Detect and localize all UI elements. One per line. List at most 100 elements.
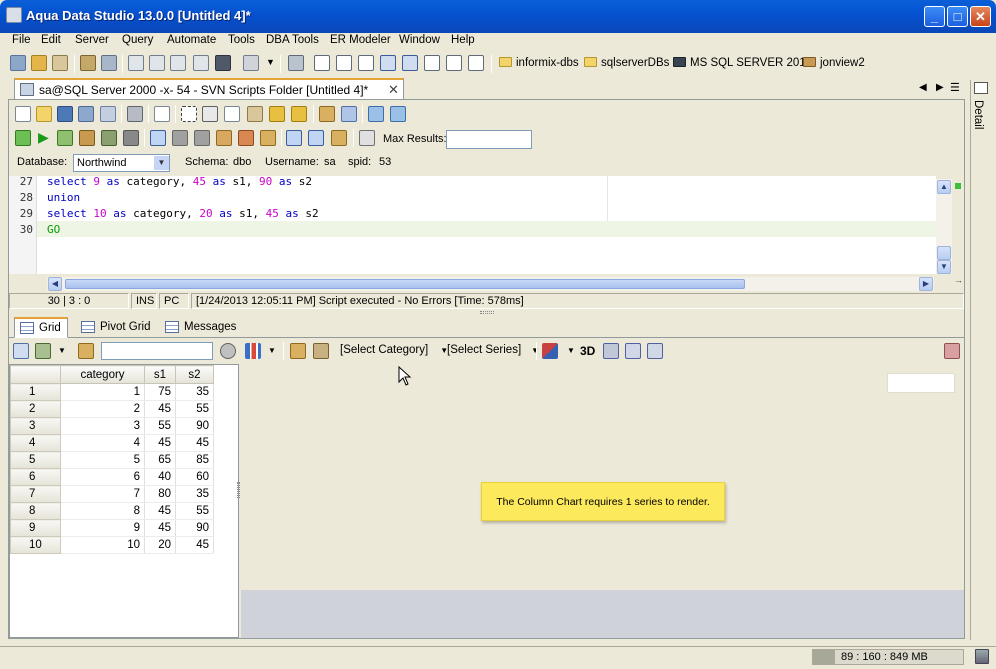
code-line-27[interactable]: select 9 as category, 45 as s1, 90 as s2 [47, 175, 312, 188]
table-cell[interactable]: 45 [144, 519, 176, 537]
menu-edit[interactable]: Edit [41, 34, 61, 46]
history-icon[interactable] [260, 130, 276, 146]
row-number[interactable]: 9 [10, 519, 61, 537]
row-number[interactable]: 4 [10, 434, 61, 452]
scroll-down-split-icon[interactable] [937, 246, 951, 260]
color-palette-icon[interactable] [542, 343, 558, 359]
table-cell[interactable]: 75 [144, 383, 176, 401]
chart-legend-icon[interactable] [603, 343, 619, 359]
layout-split-icon[interactable] [336, 55, 352, 71]
save-icon[interactable] [57, 106, 73, 122]
results-text-icon[interactable] [308, 130, 324, 146]
chart-settings-icon[interactable] [944, 343, 960, 359]
procedure-icon[interactable] [170, 55, 186, 71]
table-cell[interactable]: 20 [144, 536, 176, 554]
bookmark-sqlserverdbs[interactable]: sqlserverDBs [584, 57, 669, 69]
table-cell[interactable]: 45 [175, 536, 214, 554]
series-select[interactable]: [Select Series]▼ [447, 344, 539, 356]
row-number[interactable]: 6 [10, 468, 61, 486]
stop-icon[interactable] [123, 130, 139, 146]
tab-grid[interactable]: Grid [14, 317, 68, 338]
row-number[interactable]: 7 [10, 485, 61, 503]
row-number[interactable]: 10 [10, 536, 61, 554]
table-cell[interactable]: 1 [60, 383, 145, 401]
replace-icon[interactable] [341, 106, 357, 122]
tab-scroll-right-icon[interactable]: ▶ [936, 82, 944, 93]
chart-search-input[interactable] [887, 373, 955, 393]
tab-scroll-left-icon[interactable]: ◀ [919, 82, 927, 93]
table-row[interactable]: 4 4 45 45 [10, 434, 214, 452]
chevron-down-icon[interactable]: ▼ [154, 156, 169, 170]
options-icon[interactable] [359, 130, 375, 146]
console-icon[interactable] [215, 55, 231, 71]
save-all-icon[interactable] [100, 106, 116, 122]
layout-cascade-icon[interactable] [446, 55, 462, 71]
table-cell[interactable]: 2 [60, 400, 145, 418]
bookmark-jonview2[interactable]: jonview2 [803, 57, 865, 69]
splitter-handle[interactable] [480, 311, 494, 314]
max-results-input[interactable] [446, 130, 532, 149]
row-number[interactable]: 5 [10, 451, 61, 469]
table-cell[interactable]: 55 [175, 502, 214, 520]
redo-icon[interactable] [291, 106, 307, 122]
menu-window[interactable]: Window [399, 34, 440, 46]
filter-input[interactable] [101, 342, 213, 360]
table-cell[interactable]: 90 [175, 519, 214, 537]
detail-panel[interactable] [970, 80, 992, 640]
category-select[interactable]: [Select Category] ▼ [340, 344, 448, 356]
tab-messages[interactable]: Messages [159, 317, 243, 338]
garbage-collect-icon[interactable] [975, 649, 989, 664]
chevron-down-icon[interactable]: ▼ [268, 346, 276, 355]
rollback-icon[interactable] [194, 130, 210, 146]
execute-current-icon[interactable] [57, 130, 73, 146]
disconnect-icon[interactable] [52, 55, 68, 71]
row-number[interactable]: 1 [10, 383, 61, 401]
table-row[interactable]: 7 7 80 35 [10, 485, 214, 503]
open-folder-icon[interactable] [36, 106, 52, 122]
results-grid-icon[interactable] [286, 130, 302, 146]
table-cell[interactable]: 35 [175, 383, 214, 401]
3d-toggle-button[interactable]: 3D [580, 344, 595, 358]
scroll-left-icon[interactable]: ◀ [48, 277, 62, 291]
table-cell[interactable]: 3 [60, 417, 145, 435]
table-cell[interactable]: 65 [144, 451, 176, 469]
scroll-down-icon[interactable]: ▼ [937, 260, 951, 274]
execute-edit-icon[interactable] [101, 130, 117, 146]
layout-list-icon[interactable] [424, 55, 440, 71]
layout-grid-icon[interactable] [380, 55, 396, 71]
table-cell[interactable]: 40 [144, 468, 176, 486]
memory-indicator[interactable]: 89 : 160 : 849 MB [812, 649, 964, 665]
chart-properties-icon[interactable] [290, 343, 306, 359]
query-tool-icon[interactable] [80, 55, 96, 71]
filter-icon[interactable] [78, 343, 94, 359]
execute-all-icon[interactable] [15, 130, 31, 146]
menu-file[interactable]: File [12, 34, 31, 46]
code-line-28[interactable]: union [47, 191, 80, 204]
menu-help[interactable]: Help [451, 34, 475, 46]
function-icon[interactable] [193, 55, 209, 71]
select-icon[interactable] [181, 106, 197, 122]
detail-panel-label[interactable]: Detail [972, 100, 984, 129]
refresh-filter-icon[interactable] [220, 343, 236, 359]
tab-list-icon[interactable]: ☰ [950, 81, 960, 94]
table-cell[interactable]: 45 [175, 434, 214, 452]
format-icon[interactable] [216, 130, 232, 146]
layout-icon[interactable] [314, 55, 330, 71]
table-row[interactable]: 8 8 45 55 [10, 502, 214, 520]
bookmark-informix-dbs[interactable]: informix-dbs [499, 57, 579, 69]
chevron-down-icon[interactable]: ▼ [266, 57, 275, 67]
table-cell[interactable]: 55 [175, 400, 214, 418]
table-cell[interactable]: 85 [175, 451, 214, 469]
cut-icon[interactable] [202, 106, 218, 122]
table-cell[interactable]: 45 [144, 434, 176, 452]
column-header-s1[interactable]: s1 [144, 365, 176, 384]
minimize-button[interactable]: _ [924, 6, 945, 27]
print-icon[interactable] [288, 55, 304, 71]
connect-icon[interactable] [31, 55, 47, 71]
table-cell[interactable]: 90 [175, 417, 214, 435]
table-cell[interactable]: 5 [60, 451, 145, 469]
commit-icon[interactable] [172, 130, 188, 146]
execute-icon[interactable]: ▶ [38, 129, 49, 146]
server-icon[interactable] [10, 55, 26, 71]
row-number[interactable]: 3 [10, 417, 61, 435]
